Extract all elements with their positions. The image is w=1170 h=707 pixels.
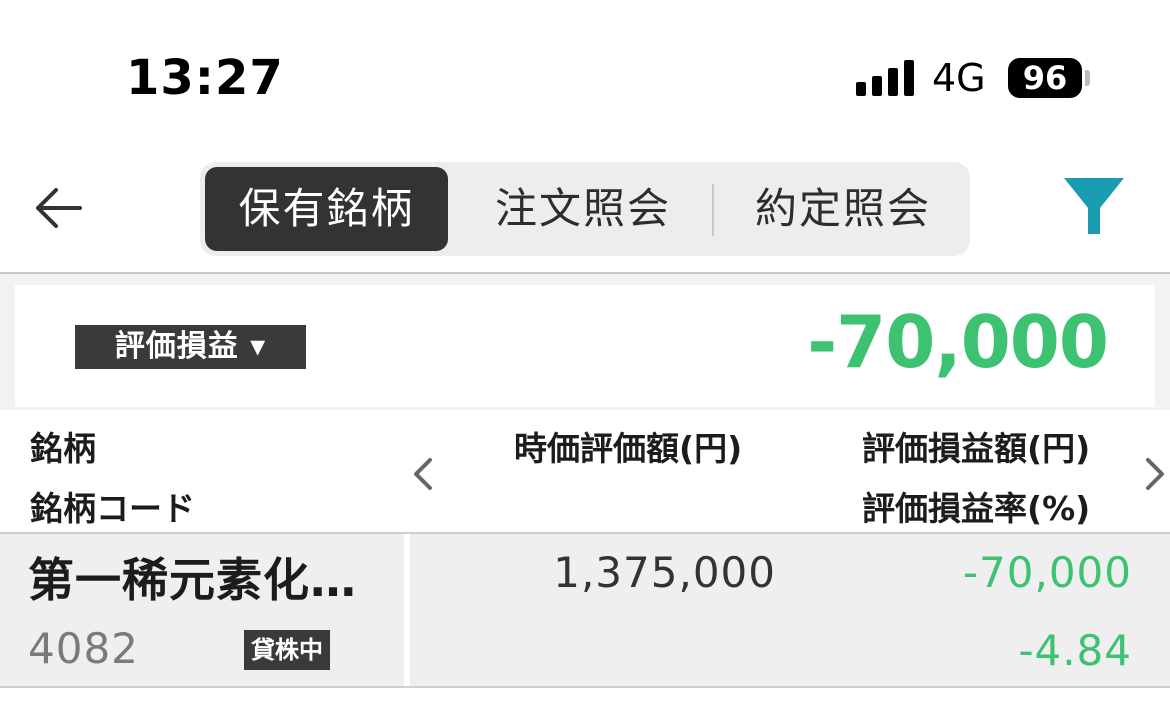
column-separator <box>404 534 410 686</box>
tab-holdings[interactable]: 保有銘柄 <box>205 167 448 251</box>
battery-cap <box>1085 70 1090 86</box>
status-bar: 13:27 4G 96 <box>0 0 1170 140</box>
header-pl-rate: 評価損益率(%) <box>862 489 1091 528</box>
chevron-right-icon[interactable] <box>1142 456 1168 492</box>
valuation-pl-dropdown[interactable]: 評価損益 ▾ <box>75 325 306 369</box>
total-valuation-pl: -70,000 <box>807 300 1109 384</box>
network-type: 4G <box>932 56 986 100</box>
segmented-control: 保有銘柄 注文照会 約定照会 <box>200 162 970 256</box>
dropdown-label: 評価損益 <box>114 329 239 364</box>
stock-code: 4082 <box>28 624 139 673</box>
segment-divider <box>712 184 714 236</box>
header-market-value: 時価評価額(円) <box>514 429 743 468</box>
stock-name: 第一稀元素化… <box>28 553 357 607</box>
tab-execution-inquiry[interactable]: 約定照会 <box>715 167 971 251</box>
pl-amount: -70,000 <box>962 548 1132 597</box>
lending-badge: 貸株中 <box>244 630 330 670</box>
chevron-left-icon[interactable] <box>410 456 436 492</box>
header-name: 銘柄 <box>30 429 96 468</box>
table-header: 銘柄 銘柄コード 時価評価額(円) 評価損益額(円) 評価損益率(%) <box>0 410 1170 532</box>
status-time: 13:27 <box>126 50 284 106</box>
table-row[interactable]: 第一稀元素化… 4082 貸株中 1,375,000 -70,000 -4.84 <box>0 534 1170 686</box>
cellular-signal-icon <box>856 60 914 96</box>
market-value: 1,375,000 <box>553 548 776 597</box>
row-name-cell: 第一稀元素化… 4082 貸株中 <box>0 534 404 686</box>
caret-down-icon: ▾ <box>238 329 267 364</box>
tab-order-inquiry[interactable]: 注文照会 <box>455 167 711 251</box>
filter-funnel-icon[interactable] <box>1064 176 1124 236</box>
divider <box>0 686 1170 688</box>
battery-icon: 96 <box>1008 58 1082 98</box>
header-code: 銘柄コード <box>30 489 195 528</box>
pl-rate: -4.84 <box>1018 626 1132 675</box>
nav-bar: 保有銘柄 注文照会 約定照会 <box>0 140 1170 272</box>
header-pl-amount: 評価損益額(円) <box>862 429 1091 468</box>
back-arrow-icon[interactable] <box>30 180 86 236</box>
